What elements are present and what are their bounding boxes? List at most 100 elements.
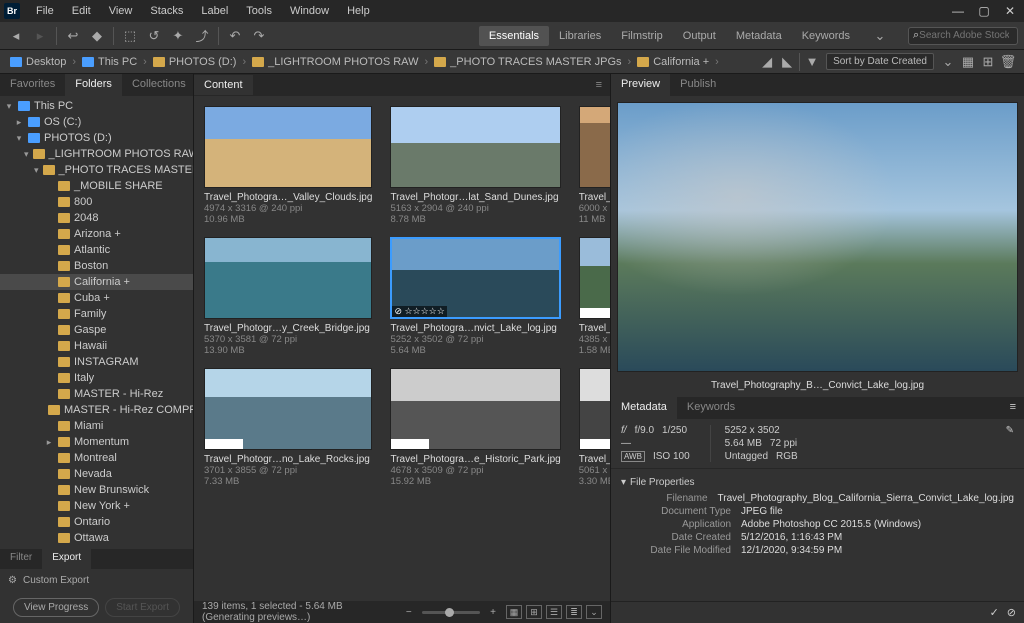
- panel-menu-icon[interactable]: ≡: [588, 79, 610, 91]
- thumbnail-options-icon[interactable]: ▦: [958, 52, 978, 72]
- sort-dropdown[interactable]: Sort by Date Created: [826, 53, 934, 70]
- workspace-tab-output[interactable]: Output: [673, 26, 726, 46]
- breadcrumb-item[interactable]: California +: [633, 56, 713, 68]
- menu-label[interactable]: Label: [193, 3, 236, 19]
- disclosure-triangle-icon[interactable]: ▾: [34, 165, 39, 176]
- tree-item[interactable]: INSTAGRAM: [0, 354, 193, 370]
- breadcrumb-item[interactable]: PHOTOS (D:): [149, 56, 241, 68]
- tree-item[interactable]: Family: [0, 306, 193, 322]
- tree-item[interactable]: ▸OS (C:): [0, 114, 193, 130]
- view-list-icon[interactable]: ≣: [566, 605, 582, 619]
- panel-menu-icon[interactable]: ≡: [1002, 397, 1024, 419]
- sidebar-tab-favorites[interactable]: Favorites: [0, 74, 65, 96]
- tree-item[interactable]: Boston: [0, 258, 193, 274]
- menu-tools[interactable]: Tools: [238, 3, 280, 19]
- tree-item[interactable]: Italy: [0, 370, 193, 386]
- thumbnail[interactable]: ⊘ ☆☆☆☆☆Travel_Photogra…nvict_Lake_log.jp…: [390, 237, 560, 356]
- minimize-button[interactable]: —: [948, 4, 968, 18]
- disclosure-triangle-icon[interactable]: ▾: [621, 477, 626, 488]
- thumbnail[interactable]: Travel_Photogra…ke_Reflections.jpg4385 x…: [579, 237, 610, 356]
- menu-window[interactable]: Window: [282, 3, 337, 19]
- thumbnail[interactable]: Travel_Photogra…_Valley_Clouds.jpg4974 x…: [204, 106, 372, 225]
- apply-icon[interactable]: ✓: [990, 606, 999, 619]
- breadcrumb-item[interactable]: Desktop: [6, 56, 70, 68]
- tree-item[interactable]: California +: [0, 274, 193, 290]
- tree-item[interactable]: Arizona +: [0, 226, 193, 242]
- tree-item[interactable]: ▾PHOTOS (D:): [0, 130, 193, 146]
- thumbnail[interactable]: Travel_Photogr…no_Lake_Rocks.jpg3701 x 3…: [204, 368, 372, 487]
- tree-item[interactable]: Atlantic: [0, 242, 193, 258]
- view-grid-dropdown[interactable]: ⌄: [586, 605, 602, 619]
- view-progress-button[interactable]: View Progress: [13, 598, 99, 617]
- menu-edit[interactable]: Edit: [64, 3, 99, 19]
- thumbnail[interactable]: Travel_Photogr…lat_Sand_Dunes.jpg5163 x …: [390, 106, 560, 225]
- disclosure-triangle-icon[interactable]: ▾: [14, 133, 24, 144]
- tree-item[interactable]: 800: [0, 194, 193, 210]
- menu-view[interactable]: View: [101, 3, 141, 19]
- disclosure-triangle-icon[interactable]: ▸: [14, 117, 24, 128]
- new-folder-icon[interactable]: ⊞: [978, 52, 998, 72]
- chevron-down-icon[interactable]: ⌄: [870, 26, 890, 46]
- tab-filter[interactable]: Filter: [0, 549, 42, 569]
- recent-icon[interactable]: ↩: [63, 26, 83, 46]
- boomerang-icon[interactable]: ↺: [144, 26, 164, 46]
- disclosure-triangle-icon[interactable]: ▸: [44, 437, 54, 448]
- filter-labels-icon[interactable]: ◣: [777, 52, 797, 72]
- tree-item[interactable]: Miami: [0, 418, 193, 434]
- tree-item[interactable]: MASTER - Hi-Rez: [0, 386, 193, 402]
- menu-help[interactable]: Help: [339, 3, 378, 19]
- thumbnail[interactable]: Travel_Photogra…Zabriskie_Point.jpg6000 …: [579, 106, 610, 225]
- star-rating[interactable]: ⊘ ☆☆☆☆☆: [392, 306, 446, 317]
- tab-export[interactable]: Export: [42, 549, 91, 569]
- refine-icon[interactable]: ✦: [168, 26, 188, 46]
- menu-stacks[interactable]: Stacks: [142, 3, 191, 19]
- breadcrumb-item[interactable]: _PHOTO TRACES MASTER JPGs: [430, 56, 625, 68]
- view-grid-lock-icon[interactable]: ⊞: [526, 605, 542, 619]
- zoom-out-icon[interactable]: −: [406, 607, 412, 618]
- tree-item[interactable]: New Brunswick: [0, 482, 193, 498]
- thumbnail[interactable]: Travel_Photogr…y_Creek_Bridge.jpg5370 x …: [204, 237, 372, 356]
- open-icon[interactable]: ⤴: [192, 26, 212, 46]
- tree-item[interactable]: Montreal: [0, 450, 193, 466]
- thumbnail[interactable]: Travel_Photogra…ains_June_Lake.jpg5061 x…: [579, 368, 610, 487]
- pencil-icon[interactable]: ✎: [1006, 425, 1014, 462]
- workspace-tab-essentials[interactable]: Essentials: [479, 26, 549, 46]
- close-button[interactable]: ✕: [1000, 4, 1020, 18]
- cancel-icon[interactable]: ⊘: [1007, 606, 1016, 619]
- tree-item[interactable]: ▾This PC: [0, 98, 193, 114]
- gear-icon[interactable]: ⚙: [8, 575, 17, 586]
- menu-file[interactable]: File: [28, 3, 62, 19]
- sidebar-tab-collections[interactable]: Collections: [122, 74, 196, 96]
- tree-item[interactable]: Hawaii: [0, 338, 193, 354]
- content-tab[interactable]: Content: [194, 75, 253, 95]
- search-box[interactable]: ⌕: [908, 27, 1018, 45]
- tree-item[interactable]: Ontario: [0, 514, 193, 530]
- zoom-slider[interactable]: [422, 611, 480, 614]
- back-icon[interactable]: ◂: [6, 26, 26, 46]
- zoom-in-icon[interactable]: +: [490, 607, 496, 618]
- tree-item[interactable]: Gaspe: [0, 322, 193, 338]
- view-details-icon[interactable]: ☰: [546, 605, 562, 619]
- tree-item[interactable]: Nevada: [0, 466, 193, 482]
- forward-icon[interactable]: ▸: [30, 26, 50, 46]
- breadcrumb-item[interactable]: _LIGHTROOM PHOTOS RAW: [248, 56, 422, 68]
- tree-item[interactable]: Ottawa: [0, 530, 193, 546]
- tree-item[interactable]: ▾_PHOTO TRACES MASTER JPGs: [0, 162, 193, 178]
- filter-ratings-icon[interactable]: ◢: [757, 52, 777, 72]
- rotate-cw-icon[interactable]: ↷: [249, 26, 269, 46]
- tab-metadata[interactable]: Metadata: [611, 397, 677, 419]
- tree-item[interactable]: MASTER - Hi-Rez COMPRESSED: [0, 402, 193, 418]
- search-input[interactable]: [919, 30, 1009, 41]
- breadcrumb-item[interactable]: This PC: [78, 56, 141, 68]
- rotate-ccw-icon[interactable]: ↶: [225, 26, 245, 46]
- tree-item[interactable]: 2048: [0, 210, 193, 226]
- sort-direction-icon[interactable]: ⌄: [938, 52, 958, 72]
- disclosure-triangle-icon[interactable]: ▾: [24, 149, 29, 160]
- workspace-tab-keywords[interactable]: Keywords: [792, 26, 860, 46]
- tree-item[interactable]: _MOBILE SHARE: [0, 178, 193, 194]
- maximize-button[interactable]: ▢: [974, 4, 994, 18]
- tree-item[interactable]: ▸Momentum: [0, 434, 193, 450]
- tree-item[interactable]: ▾_LIGHTROOM PHOTOS RAW: [0, 146, 193, 162]
- tab-publish[interactable]: Publish: [670, 74, 726, 96]
- workspace-tab-libraries[interactable]: Libraries: [549, 26, 611, 46]
